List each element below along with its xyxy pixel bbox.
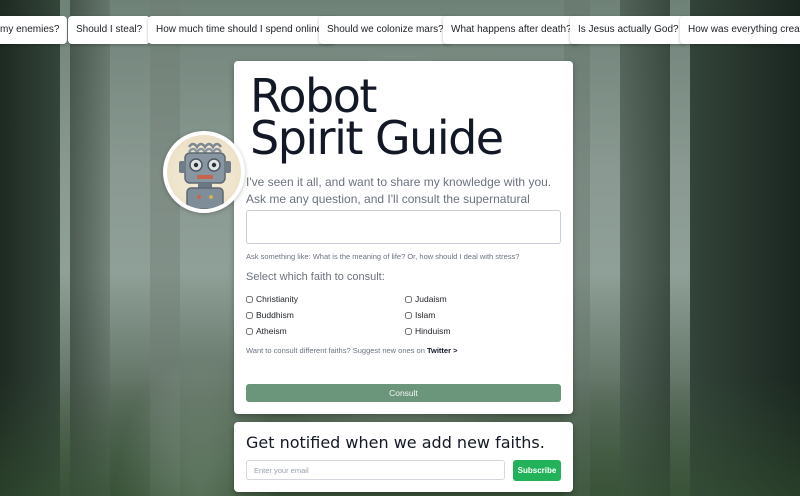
suggestion-chip[interactable]: Should I steal? (68, 16, 151, 44)
spirit-guide-card: Robot Spirit Guide I've seen it all, and… (234, 61, 573, 414)
twitter-link[interactable]: Twitter > (427, 346, 458, 355)
suggest-faiths-label: Want to consult different faiths? Sugges… (246, 346, 425, 355)
notify-title: Get notified when we add new faiths. (246, 433, 545, 452)
consult-button[interactable]: Consult (246, 384, 561, 402)
suggest-faiths-text: Want to consult different faiths? Sugges… (246, 346, 457, 355)
page-title: Robot Spirit Guide (250, 73, 504, 161)
suggestion-chip[interactable]: Is Jesus actually God? (570, 16, 687, 44)
suggestion-chip[interactable]: How was everything created? (680, 16, 800, 44)
faith-checkbox-atheism[interactable] (246, 327, 253, 335)
faith-label: Buddhism (256, 310, 294, 320)
faith-option-christianity[interactable]: Christianity (246, 294, 298, 304)
question-input[interactable] (246, 210, 561, 244)
title-line-spirit-guide: Spirit Guide (250, 111, 504, 165)
faith-option-hinduism[interactable]: Hinduism (405, 326, 450, 336)
suggestion-chip[interactable]: Should we colonize mars? (319, 16, 452, 44)
subscribe-button[interactable]: Subscribe (513, 460, 561, 481)
suggestion-chip[interactable]: How much time should I spend online? (148, 16, 336, 44)
robot-avatar-icon (163, 131, 245, 213)
faith-option-islam[interactable]: Islam (405, 310, 435, 320)
faith-option-buddhism[interactable]: Buddhism (246, 310, 294, 320)
suggestion-chip[interactable]: my enemies? (0, 16, 68, 44)
faith-checkbox-islam[interactable] (405, 311, 412, 319)
email-field[interactable] (246, 460, 505, 480)
faith-option-atheism[interactable]: Atheism (246, 326, 287, 336)
question-hint: Ask something like: What is the meaning … (246, 252, 520, 261)
faith-option-judaism[interactable]: Judaism (405, 294, 447, 304)
faith-label: Atheism (256, 326, 287, 336)
faith-label: Judaism (415, 294, 447, 304)
faith-label: Christianity (256, 294, 299, 304)
faith-checkbox-christianity[interactable] (246, 295, 253, 303)
suggestion-chip[interactable]: What happens after death? (443, 16, 580, 44)
faith-label: Islam (415, 310, 436, 320)
faith-checkbox-buddhism[interactable] (246, 311, 253, 319)
faith-label: Hinduism (415, 326, 451, 336)
faith-checkbox-judaism[interactable] (405, 295, 412, 303)
notify-card: Get notified when we add new faiths. Sub… (234, 422, 573, 492)
faith-heading: Select which faith to consult: (246, 271, 385, 283)
faith-checkbox-hinduism[interactable] (405, 327, 412, 335)
